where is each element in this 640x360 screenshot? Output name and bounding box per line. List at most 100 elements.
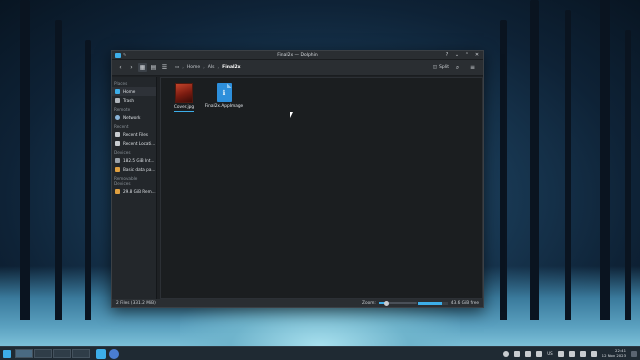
volume-icon[interactable]	[536, 350, 543, 357]
task-browser-icon[interactable]	[109, 348, 119, 359]
places-item-home[interactable]: Home	[112, 87, 156, 96]
places-item-label: Basic data pa...	[123, 167, 156, 172]
places-item-label: 182.5 GiB Int...	[123, 158, 155, 163]
breadcrumb-separator: ›	[217, 65, 220, 70]
clipboard-icon[interactable]	[525, 350, 532, 357]
icons-view-button[interactable]: ▦	[138, 63, 147, 72]
places-item-network[interactable]: Network	[112, 113, 156, 122]
virtual-desktop-pager[interactable]	[15, 349, 90, 358]
window-controls: ? ⌄ ⌃ ✕	[444, 52, 480, 58]
home-icon	[115, 89, 120, 94]
breadcrumb-item[interactable]: Home	[187, 65, 200, 70]
zoom-slider[interactable]	[378, 300, 417, 306]
grid-icon: ▦	[139, 64, 146, 71]
wallpaper-tree	[500, 20, 507, 320]
home-folder-icon[interactable]: ▭	[175, 65, 179, 70]
places-item-label: Recent Locati...	[123, 141, 156, 146]
details-view-button[interactable]: ☰	[160, 63, 169, 72]
zoom-label: Zoom:	[362, 300, 376, 306]
dolphin-window[interactable]: ✎ Final2x — Dolphin ? ⌄ ⌃ ✕ ‹ › ▦ ▤ ☰ ▭ …	[111, 50, 484, 308]
compact-list-icon: ▤	[150, 64, 157, 71]
split-label: Split	[439, 65, 449, 70]
compact-view-button[interactable]: ▤	[149, 63, 158, 72]
steam-icon[interactable]	[503, 350, 510, 357]
wifi-icon[interactable]	[579, 350, 586, 357]
places-item-internal-drive[interactable]: 182.5 GiB Int...	[112, 156, 156, 165]
file-name: Final2x.AppImage	[204, 104, 244, 109]
image-thumbnail	[175, 83, 193, 103]
file-view[interactable]: Cover.jpg ℹ Final2x.AppImage	[160, 77, 483, 299]
forward-button[interactable]: ›	[127, 63, 136, 72]
search-button[interactable]: ⌕	[453, 63, 462, 72]
places-item-basic-data-partition[interactable]: Basic data pa...	[112, 165, 156, 174]
file-item[interactable]: ℹ Final2x.AppImage	[199, 83, 249, 109]
places-item-recent-locations[interactable]: Recent Locati...	[112, 139, 156, 148]
split-view-icon: ◫	[432, 65, 438, 70]
places-section-title: Places	[114, 81, 128, 86]
bluetooth-icon[interactable]	[557, 350, 564, 357]
breadcrumb-item[interactable]: AIs	[208, 65, 215, 70]
free-space-indicator[interactable]: 43.6 GiB free	[417, 300, 479, 306]
places-section-title: Removable Devices	[114, 176, 138, 186]
expand-tray-icon[interactable]	[590, 350, 597, 357]
hamburger-menu-icon: ≡	[469, 64, 476, 71]
toolbar-right: ◫ Split ⌕ ≡	[433, 63, 479, 72]
breadcrumb-separator: ›	[182, 65, 184, 70]
chevron-left-icon: ‹	[119, 64, 122, 71]
places-item-trash[interactable]: Trash	[112, 96, 156, 105]
desktop-4[interactable]	[72, 349, 90, 358]
desktop-1[interactable]	[15, 349, 33, 358]
desktop-3[interactable]	[53, 349, 71, 358]
application-launcher-icon[interactable]	[3, 349, 11, 358]
recent-files-icon	[115, 132, 120, 137]
appimage-icon: ℹ	[216, 83, 232, 102]
wallpaper-tree	[625, 30, 631, 320]
breadcrumb-current[interactable]: Final2x	[222, 65, 240, 70]
back-button[interactable]: ‹	[116, 63, 125, 72]
free-space-label: 43.6 GiB free	[450, 300, 479, 306]
menu-button[interactable]: ≡	[468, 63, 477, 72]
minimize-icon[interactable]: ⌄	[454, 52, 460, 58]
places-section-title: Recent	[114, 124, 129, 129]
digital-clock[interactable]: 22:41 12 Nov 2023	[601, 348, 626, 358]
wallpaper-tree	[85, 40, 91, 320]
split-button[interactable]: ◫ Split	[433, 65, 449, 70]
window-title: Final2x — Dolphin	[277, 52, 318, 58]
maximize-icon[interactable]: ⌃	[464, 52, 470, 58]
title-bar[interactable]: ✎ Final2x — Dolphin ? ⌄ ⌃ ✕	[112, 51, 483, 60]
breadcrumb: ▭ › Home › AIs › Final2x	[175, 65, 241, 70]
places-item-label: 29.8 GiB Rem...	[123, 189, 156, 194]
chevron-right-icon: ›	[130, 64, 133, 71]
mouse-cursor	[290, 112, 293, 118]
places-item-recent-files[interactable]: Recent Files	[112, 130, 156, 139]
clock-date: 12 Nov 2023	[601, 352, 626, 358]
places-panel: Places Home Trash Remote Network Recent …	[112, 77, 157, 299]
places-item-removable-drive[interactable]: 29.8 GiB Rem...	[112, 187, 156, 196]
help-icon[interactable]: ?	[444, 52, 450, 58]
places-item-label: Home	[123, 89, 136, 94]
wallpaper-tree	[20, 0, 30, 320]
desktop-2[interactable]	[34, 349, 52, 358]
toolbar: ‹ › ▦ ▤ ☰ ▭ › Home › AIs › Final2x ◫ Spl…	[112, 60, 483, 76]
status-bar: 2 Files (331.2 MiB) Zoom: 43.6 GiB free	[112, 299, 483, 307]
disk-usage-fill	[417, 301, 443, 305]
zoom-control: Zoom:	[362, 300, 417, 306]
battery-icon[interactable]	[568, 350, 575, 357]
wallpaper-tree	[530, 0, 539, 320]
places-item-label: Network	[123, 115, 141, 120]
show-desktop-icon[interactable]	[631, 350, 637, 357]
network-icon	[115, 115, 120, 120]
details-list-icon: ☰	[161, 64, 168, 71]
places-item-label: Trash	[123, 98, 135, 103]
disk-usage-bar	[417, 301, 448, 305]
close-icon[interactable]: ✕	[474, 52, 480, 58]
task-dolphin-icon[interactable]	[96, 348, 106, 359]
usb-drive-icon	[115, 189, 120, 194]
keyboard-layout-indicator[interactable]: US	[547, 351, 552, 356]
drive-icon	[115, 158, 120, 163]
discover-update-icon[interactable]	[514, 350, 521, 357]
status-summary: 2 Files (331.2 MiB)	[116, 300, 156, 306]
trash-icon	[115, 98, 120, 103]
wallpaper-tree	[565, 10, 571, 320]
zoom-slider-handle[interactable]	[383, 300, 389, 306]
